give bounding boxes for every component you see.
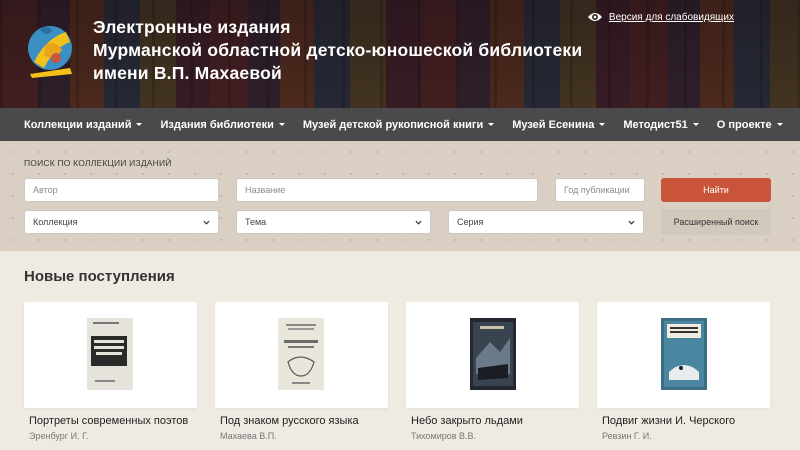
nav-label: Коллекции изданий [24,118,132,131]
main-nav: Коллекции изданий Издания библиотеки Муз… [0,108,800,141]
chevron-down-icon [628,220,635,225]
search-panel: ПОИСК ПО КОЛЛЕКЦИИ ИЗДАНИЙ Найти Коллекц… [0,141,800,251]
book-cover-image[interactable] [278,318,324,390]
caret-down-icon [488,123,495,126]
book-author: Махаева В.П. [220,431,277,441]
caret-down-icon [136,123,143,126]
book-author: Тихомиров В.В. [411,431,477,441]
book-author: Эренбург И. Г. [29,431,89,441]
book-title-link[interactable]: Подвиг жизни И. Черского [602,415,735,427]
site-title-line-3: имени В.П. Махаевой [93,63,282,83]
site-header: Электронные издания Мурманской областной… [0,0,800,108]
chevron-down-icon [415,220,422,225]
caret-down-icon [599,123,606,126]
book-title-link[interactable]: Под знаком русского языка [220,415,359,427]
new-arrivals-heading: Новые поступления [24,268,175,285]
chevron-down-icon [203,220,210,225]
nav-label: Музей Есенина [512,118,595,131]
year-input[interactable] [564,185,636,195]
nav-label: Музей детской рукописной книги [302,118,484,131]
site-title-line-2: Мурманской областной детско-юношеской би… [93,40,583,60]
accessibility-link-label: Версия для слабовидящих [608,11,734,23]
book-cover-image[interactable] [661,318,707,390]
series-select[interactable]: Серия [448,210,644,234]
nav-item-library-editions[interactable]: Издания библиотеки [160,118,285,131]
book-cover-image[interactable] [87,318,133,390]
nav-item-about[interactable]: О проекте [717,119,783,131]
nav-item-handwritten-book-museum[interactable]: Музей детской рукописной книги [302,118,495,131]
search-label: ПОИСК ПО КОЛЛЕКЦИИ ИЗДАНИЙ [24,158,172,168]
collection-select[interactable]: Коллекция [24,210,219,234]
book-author: Ревзин Г. И. [602,431,652,441]
site-title-line-1: Электронные издания [93,17,291,37]
site-title[interactable]: Электронные издания Мурманской областной… [93,16,582,85]
title-input[interactable] [245,185,529,195]
caret-down-icon [278,123,285,126]
book-card[interactable] [215,302,388,408]
topic-select-value: Тема [245,217,267,227]
nav-item-metodist51[interactable]: Методист51 [623,118,699,131]
eye-icon [587,13,602,21]
series-select-value: Серия [457,217,484,227]
caret-down-icon [692,123,699,126]
author-input[interactable] [33,185,210,195]
advanced-search-button[interactable]: Расширенный поиск [661,209,771,235]
title-field[interactable] [236,178,538,202]
topic-select[interactable]: Тема [236,210,431,234]
book-cover-image[interactable] [470,318,516,390]
nav-label: Издания библиотеки [160,118,274,131]
find-button[interactable]: Найти [661,178,771,202]
book-title-link[interactable]: Небо закрыто льдами [411,415,523,427]
collection-select-value: Коллекция [33,217,78,227]
caret-down-icon [776,123,783,126]
accessibility-version-link[interactable]: Версия для слабовидящих [587,11,734,23]
author-field[interactable] [24,178,219,202]
nav-label: Методист51 [623,118,688,131]
library-logo-icon[interactable] [26,18,78,80]
book-card[interactable] [597,302,770,408]
book-card[interactable] [24,302,197,408]
book-card[interactable] [406,302,579,408]
year-field[interactable] [555,178,645,202]
nav-item-collections[interactable]: Коллекции изданий [24,118,143,131]
book-title-link[interactable]: Портреты современных поэтов [29,415,188,427]
nav-label: О проекте [716,118,772,131]
nav-item-esenin-museum[interactable]: Музей Есенина [512,118,606,131]
